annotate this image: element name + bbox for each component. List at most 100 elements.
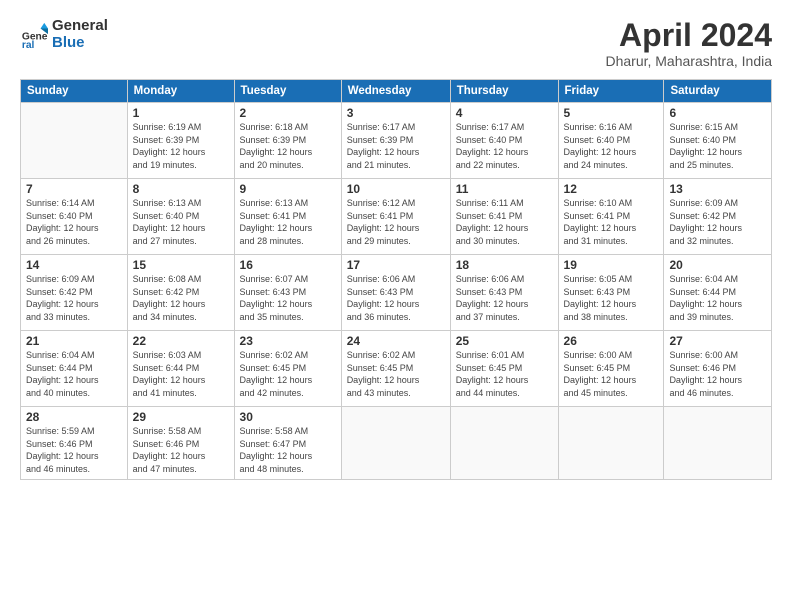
table-row [21, 103, 128, 179]
day-number: 20 [669, 258, 766, 272]
day-info: Sunrise: 5:58 AMSunset: 6:47 PMDaylight:… [240, 425, 336, 475]
table-row: 20Sunrise: 6:04 AMSunset: 6:44 PMDayligh… [664, 255, 772, 331]
table-row: 26Sunrise: 6:00 AMSunset: 6:45 PMDayligh… [558, 331, 664, 407]
day-number: 11 [456, 182, 553, 196]
col-sunday: Sunday [21, 80, 128, 103]
table-row: 14Sunrise: 6:09 AMSunset: 6:42 PMDayligh… [21, 255, 128, 331]
title-block: April 2024 Dharur, Maharashtra, India [605, 18, 772, 69]
day-info: Sunrise: 6:06 AMSunset: 6:43 PMDaylight:… [456, 273, 553, 323]
day-number: 29 [133, 410, 229, 424]
table-row: 3Sunrise: 6:17 AMSunset: 6:39 PMDaylight… [341, 103, 450, 179]
day-info: Sunrise: 6:02 AMSunset: 6:45 PMDaylight:… [240, 349, 336, 399]
day-number: 22 [133, 334, 229, 348]
day-info: Sunrise: 6:15 AMSunset: 6:40 PMDaylight:… [669, 121, 766, 171]
day-number: 18 [456, 258, 553, 272]
table-row [558, 407, 664, 479]
table-row: 6Sunrise: 6:15 AMSunset: 6:40 PMDaylight… [664, 103, 772, 179]
table-row: 15Sunrise: 6:08 AMSunset: 6:42 PMDayligh… [127, 255, 234, 331]
day-info: Sunrise: 6:02 AMSunset: 6:45 PMDaylight:… [347, 349, 445, 399]
day-number: 19 [564, 258, 659, 272]
table-row: 16Sunrise: 6:07 AMSunset: 6:43 PMDayligh… [234, 255, 341, 331]
day-number: 6 [669, 106, 766, 120]
col-monday: Monday [127, 80, 234, 103]
table-row: 21Sunrise: 6:04 AMSunset: 6:44 PMDayligh… [21, 331, 128, 407]
day-info: Sunrise: 6:07 AMSunset: 6:43 PMDaylight:… [240, 273, 336, 323]
page-header: Gene ral General Blue April 2024 Dharur,… [20, 18, 772, 69]
day-info: Sunrise: 6:13 AMSunset: 6:40 PMDaylight:… [133, 197, 229, 247]
day-info: Sunrise: 6:18 AMSunset: 6:39 PMDaylight:… [240, 121, 336, 171]
table-row: 29Sunrise: 5:58 AMSunset: 6:46 PMDayligh… [127, 407, 234, 479]
col-friday: Friday [558, 80, 664, 103]
day-info: Sunrise: 6:08 AMSunset: 6:42 PMDaylight:… [133, 273, 229, 323]
day-number: 23 [240, 334, 336, 348]
day-number: 16 [240, 258, 336, 272]
table-row: 13Sunrise: 6:09 AMSunset: 6:42 PMDayligh… [664, 179, 772, 255]
svg-text:ral: ral [22, 40, 35, 49]
logo-blue-text: Blue [52, 35, 108, 52]
day-number: 21 [26, 334, 122, 348]
day-info: Sunrise: 6:09 AMSunset: 6:42 PMDaylight:… [26, 273, 122, 323]
table-row: 4Sunrise: 6:17 AMSunset: 6:40 PMDaylight… [450, 103, 558, 179]
day-info: Sunrise: 5:59 AMSunset: 6:46 PMDaylight:… [26, 425, 122, 475]
table-row: 5Sunrise: 6:16 AMSunset: 6:40 PMDaylight… [558, 103, 664, 179]
day-info: Sunrise: 6:01 AMSunset: 6:45 PMDaylight:… [456, 349, 553, 399]
day-number: 28 [26, 410, 122, 424]
day-number: 24 [347, 334, 445, 348]
table-row: 7Sunrise: 6:14 AMSunset: 6:40 PMDaylight… [21, 179, 128, 255]
day-number: 26 [564, 334, 659, 348]
calendar-title: April 2024 [605, 18, 772, 53]
day-info: Sunrise: 6:12 AMSunset: 6:41 PMDaylight:… [347, 197, 445, 247]
day-number: 10 [347, 182, 445, 196]
day-number: 15 [133, 258, 229, 272]
day-info: Sunrise: 6:03 AMSunset: 6:44 PMDaylight:… [133, 349, 229, 399]
day-info: Sunrise: 6:17 AMSunset: 6:39 PMDaylight:… [347, 121, 445, 171]
table-row: 11Sunrise: 6:11 AMSunset: 6:41 PMDayligh… [450, 179, 558, 255]
table-row: 23Sunrise: 6:02 AMSunset: 6:45 PMDayligh… [234, 331, 341, 407]
day-info: Sunrise: 6:06 AMSunset: 6:43 PMDaylight:… [347, 273, 445, 323]
day-number: 2 [240, 106, 336, 120]
day-info: Sunrise: 6:00 AMSunset: 6:46 PMDaylight:… [669, 349, 766, 399]
day-number: 27 [669, 334, 766, 348]
day-info: Sunrise: 6:09 AMSunset: 6:42 PMDaylight:… [669, 197, 766, 247]
calendar-location: Dharur, Maharashtra, India [605, 53, 772, 69]
table-row: 19Sunrise: 6:05 AMSunset: 6:43 PMDayligh… [558, 255, 664, 331]
day-info: Sunrise: 5:58 AMSunset: 6:46 PMDaylight:… [133, 425, 229, 475]
table-row: 17Sunrise: 6:06 AMSunset: 6:43 PMDayligh… [341, 255, 450, 331]
day-info: Sunrise: 6:10 AMSunset: 6:41 PMDaylight:… [564, 197, 659, 247]
table-row: 1Sunrise: 6:19 AMSunset: 6:39 PMDaylight… [127, 103, 234, 179]
day-info: Sunrise: 6:04 AMSunset: 6:44 PMDaylight:… [669, 273, 766, 323]
day-info: Sunrise: 6:17 AMSunset: 6:40 PMDaylight:… [456, 121, 553, 171]
day-info: Sunrise: 6:04 AMSunset: 6:44 PMDaylight:… [26, 349, 122, 399]
day-number: 3 [347, 106, 445, 120]
day-info: Sunrise: 6:05 AMSunset: 6:43 PMDaylight:… [564, 273, 659, 323]
day-info: Sunrise: 6:16 AMSunset: 6:40 PMDaylight:… [564, 121, 659, 171]
table-row: 9Sunrise: 6:13 AMSunset: 6:41 PMDaylight… [234, 179, 341, 255]
table-row [664, 407, 772, 479]
table-row [450, 407, 558, 479]
logo: Gene ral General Blue [20, 18, 108, 51]
col-wednesday: Wednesday [341, 80, 450, 103]
day-number: 13 [669, 182, 766, 196]
day-number: 12 [564, 182, 659, 196]
col-saturday: Saturday [664, 80, 772, 103]
table-row: 25Sunrise: 6:01 AMSunset: 6:45 PMDayligh… [450, 331, 558, 407]
table-row: 8Sunrise: 6:13 AMSunset: 6:40 PMDaylight… [127, 179, 234, 255]
day-number: 17 [347, 258, 445, 272]
day-number: 1 [133, 106, 229, 120]
calendar-header-row: Sunday Monday Tuesday Wednesday Thursday… [21, 80, 772, 103]
table-row: 24Sunrise: 6:02 AMSunset: 6:45 PMDayligh… [341, 331, 450, 407]
calendar-table: Sunday Monday Tuesday Wednesday Thursday… [20, 79, 772, 479]
table-row: 12Sunrise: 6:10 AMSunset: 6:41 PMDayligh… [558, 179, 664, 255]
table-row: 2Sunrise: 6:18 AMSunset: 6:39 PMDaylight… [234, 103, 341, 179]
day-number: 5 [564, 106, 659, 120]
table-row: 30Sunrise: 5:58 AMSunset: 6:47 PMDayligh… [234, 407, 341, 479]
day-info: Sunrise: 6:19 AMSunset: 6:39 PMDaylight:… [133, 121, 229, 171]
day-info: Sunrise: 6:13 AMSunset: 6:41 PMDaylight:… [240, 197, 336, 247]
col-tuesday: Tuesday [234, 80, 341, 103]
table-row: 27Sunrise: 6:00 AMSunset: 6:46 PMDayligh… [664, 331, 772, 407]
day-number: 14 [26, 258, 122, 272]
day-number: 9 [240, 182, 336, 196]
table-row: 18Sunrise: 6:06 AMSunset: 6:43 PMDayligh… [450, 255, 558, 331]
logo-icon: Gene ral [20, 21, 48, 49]
table-row: 10Sunrise: 6:12 AMSunset: 6:41 PMDayligh… [341, 179, 450, 255]
